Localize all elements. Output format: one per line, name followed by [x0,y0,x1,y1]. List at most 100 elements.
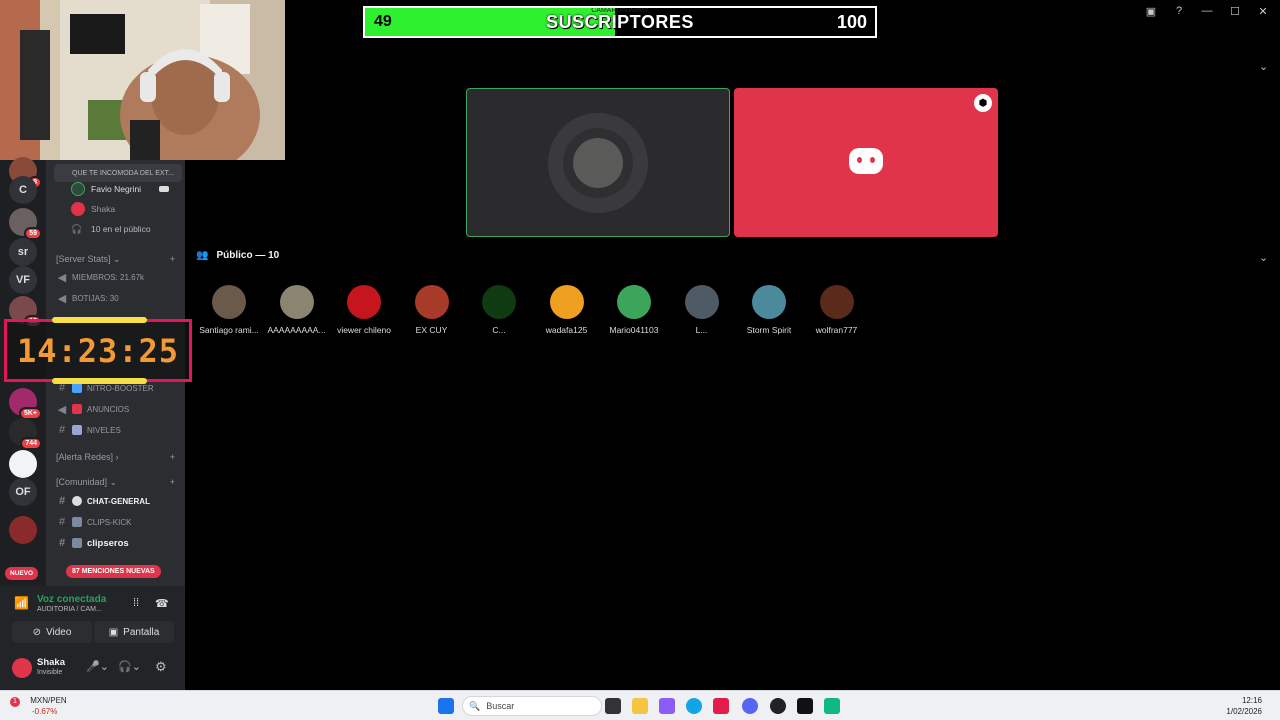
audience-member[interactable]: wadafa125 [532,285,602,335]
minimize-button[interactable]: — [1196,3,1218,19]
new-pill[interactable]: NUEVO [5,567,39,580]
avatar [71,202,85,216]
server-icon[interactable]: sr [9,238,37,266]
stock-alert-badge: 1 [10,697,20,707]
audience-member[interactable]: AAAAAAAAA... [262,285,332,335]
category-alerta-redes[interactable]: [Alerta Redes] › + [56,449,175,465]
subscriber-goal: 100 [836,12,867,32]
voice-channel-subtitle[interactable]: AUDITORIA / CAM... [37,606,102,613]
user-avatar[interactable] [12,658,32,678]
screen-share-icon[interactable]: ▣ [1140,3,1162,19]
channel-label: CHAT-GENERAL [87,496,150,506]
discord-icon[interactable] [742,698,758,714]
screen-share-button[interactable]: ▣ Pantalla [94,621,174,643]
edge-icon[interactable] [686,698,702,714]
speaker-icon: ◀ [57,292,67,305]
video-button[interactable]: ⊘ Video [12,621,92,643]
audience-member[interactable]: Storm Spirit [734,285,804,335]
maximize-button[interactable]: ☐ [1224,3,1246,19]
audience-member-name: Santiago rami... [199,325,259,335]
mentions-pill[interactable]: 87 MENCIONES NUEVAS [66,565,161,578]
voice-status-text: QUE TE INCOMODA DEL EXT... [72,169,174,177]
voice-user-favio[interactable]: Favio Negrini [71,179,170,199]
voice-user-shaka[interactable]: Shaka [71,199,115,219]
channel-label: NITRO-BOOSTER [87,383,154,393]
audience-member[interactable]: EX CUY [397,285,467,335]
channel-label: ANUNCIOS [87,404,130,414]
help-icon[interactable]: ? [1168,3,1190,19]
server-label: VF [15,274,31,286]
task-view-icon[interactable] [605,698,621,714]
collapse-chevron-icon[interactable]: ⌄ [1259,60,1268,73]
stage-tile-shaka[interactable]: ⬢ [734,88,998,237]
avatar [279,285,314,319]
clock-time-label: 12:16 [1241,696,1262,705]
category-server-stats[interactable]: [Server Stats] ⌄ + [56,251,175,267]
headphones-icon: 🎧 [71,223,83,234]
add-channel-icon[interactable]: + [170,254,175,264]
channel-clipseros[interactable]: # clipseros [46,534,185,552]
audience-member-name: Mario041103 [609,325,659,335]
headphones-icon[interactable]: 🎧⌄ [118,660,141,673]
audience-member[interactable]: L... [667,285,737,335]
channel-chat-general[interactable]: # CHAT-GENERAL [46,492,185,510]
avatar [347,285,381,319]
wps-icon[interactable] [713,698,729,714]
microphone-icon[interactable]: 🎤⌄ [86,660,109,673]
audience-member[interactable]: Mario041103 [599,285,669,335]
server-icon[interactable] [9,516,37,544]
disconnect-icon[interactable]: ☎ [155,597,169,610]
noise-suppression-icon[interactable]: ⁞⁞ [133,597,139,609]
stock-change: -0.67% [32,707,58,716]
stage-tile-speaker[interactable] [466,88,730,237]
taskbar-search[interactable]: 🔍 Buscar [462,696,602,716]
add-channel-icon[interactable]: + [170,477,175,487]
server-icon[interactable] [9,450,37,478]
notepad-icon[interactable] [824,698,840,714]
voice-connected-title[interactable]: Voz conectada [37,594,106,605]
audience-member[interactable]: viewer chileno [329,285,399,335]
file-explorer-icon[interactable] [632,698,648,714]
copilot-icon[interactable] [659,698,675,714]
channel-clips-kick[interactable]: # CLIPS-KICK [46,513,185,531]
gem-icon [72,383,82,393]
search-icon: 🔍 [469,700,481,711]
server-icon[interactable]: 5K+ [9,388,42,420]
channel-label: CLIPS-KICK [87,517,132,527]
audience-member-name: Storm Spirit [746,325,792,335]
server-icon[interactable]: 744 [9,418,42,450]
avatar [71,182,85,196]
system-clock[interactable]: 12:16 1/02/2026 [1226,695,1262,717]
category-comunidad[interactable]: [Comunidad] ⌄ + [56,474,175,490]
screen: ▣ ? — ☐ ✕ CAMARON ARMY 49 SUSCRIPTORES 1… [0,0,1280,720]
alarm-icon [72,404,82,414]
clock-date-label: 1/02/2026 [1226,707,1262,716]
stat-members[interactable]: ◀ MIEMBROS: 21.67k [46,268,185,286]
channel-niveles[interactable]: # NIVELES [46,421,185,439]
close-button[interactable]: ✕ [1252,3,1274,19]
audience-member[interactable]: C... [464,285,534,335]
stock-widget[interactable]: 1 MXN/PEN -0.67% [10,696,67,717]
audience-member[interactable]: wolfran777 [802,285,872,335]
server-icon[interactable]: VF [9,266,37,294]
audience-collapse-icon[interactable]: ⌄ [1259,251,1268,264]
user-panel: 📶 Voz conectada AUDITORIA / CAM... ⁞⁞ ☎ … [0,586,185,690]
audience-member-name: wolfran777 [815,325,858,335]
channel-anuncios[interactable]: ◀ ANUNCIOS [46,400,185,418]
server-label: OF [15,486,31,498]
audience-count: 10 en el público [91,224,151,234]
server-icon[interactable]: C [9,176,37,204]
screen-label: Pantalla [123,626,160,638]
settings-gear-icon[interactable]: ⚙ [155,659,167,675]
speaker-icon: ◀ [57,271,67,284]
user-name: Shaka [37,657,65,668]
audience-member[interactable]: Santiago rami... [194,285,264,335]
stat-botijas[interactable]: ◀ BOTIJAS: 30 [46,289,185,307]
add-channel-icon[interactable]: + [170,452,175,462]
audience-count-row[interactable]: 🎧 10 en el público [71,219,151,239]
server-icon[interactable]: 59 [9,208,42,240]
windows-start-icon[interactable] [438,698,454,714]
app-icon[interactable] [797,698,813,714]
server-icon[interactable]: OF [9,478,37,506]
obs-icon[interactable] [770,698,786,714]
